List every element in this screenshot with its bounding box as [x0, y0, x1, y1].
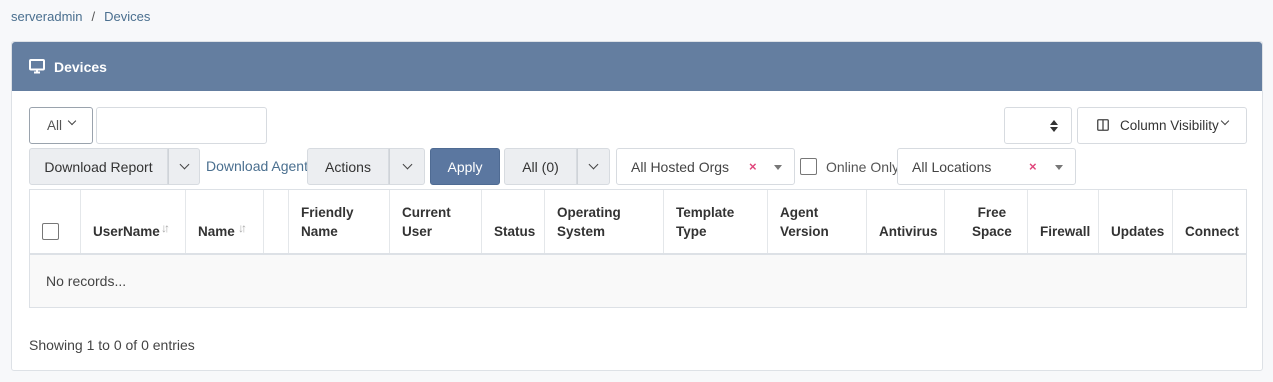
table-body: No records... [30, 255, 1246, 307]
col-operating-system-label: Operating System [557, 205, 621, 239]
chevron-down-icon [588, 159, 599, 170]
column-visibility-label: Column Visibility [1120, 118, 1219, 133]
online-only-checkbox[interactable] [800, 158, 817, 175]
locations-select[interactable]: All Locations × [897, 148, 1076, 185]
hosted-orgs-value: All Hosted Orgs [631, 158, 730, 175]
actions-button[interactable]: Actions [307, 148, 389, 185]
breadcrumb: serveradmin / Devices [11, 9, 150, 24]
col-agent-version-label: Agent Version [780, 205, 829, 239]
page-length-select[interactable] [1004, 107, 1072, 144]
col-connect-label: Connect [1185, 224, 1239, 239]
online-only-label: Online Only [826, 159, 900, 175]
table-header: UserName ↓↑ Name ↓↑ Friendly Name Curren… [30, 190, 1246, 255]
card-header: Devices [12, 42, 1262, 91]
devices-card: Devices All Column Visibility Download R… [11, 41, 1263, 371]
actions-dropdown[interactable] [389, 148, 425, 185]
apply-label: Apply [447, 158, 483, 175]
download-report-button[interactable]: Download Report [29, 148, 168, 185]
chevron-down-icon [402, 159, 412, 170]
col-antivirus[interactable]: Antivirus [867, 190, 945, 253]
actions-label: Actions [325, 158, 371, 175]
col-select-all [30, 190, 81, 253]
download-agent-link[interactable]: Download Agent [206, 158, 308, 174]
apply-button[interactable]: Apply [430, 148, 500, 185]
download-report-dropdown[interactable] [168, 148, 200, 185]
locations-value: All Locations [912, 158, 992, 175]
card-title: Devices [54, 58, 107, 75]
col-template-type[interactable]: Template Type [664, 190, 768, 253]
col-operating-system[interactable]: Operating System [545, 190, 664, 253]
col-current-user-label: Current User [402, 205, 451, 239]
search-input[interactable] [96, 107, 267, 144]
columns-icon [1097, 119, 1109, 131]
clear-icon[interactable]: × [749, 159, 757, 174]
chevron-down-icon [67, 116, 77, 126]
status-filter-label: All (0) [522, 158, 559, 175]
col-name[interactable]: Name ↓↑ [186, 190, 264, 253]
download-report-label: Download Report [44, 158, 153, 175]
empty-message: No records... [46, 273, 127, 289]
actions-split: Actions [307, 148, 425, 185]
col-status[interactable]: Status [482, 190, 545, 253]
col-blank [264, 190, 289, 253]
status-filter-button[interactable]: All (0) [504, 148, 577, 185]
clear-icon[interactable]: × [1029, 159, 1037, 174]
chevron-down-icon [179, 159, 189, 170]
col-updates-label: Updates [1111, 224, 1165, 239]
download-report-split: Download Report [29, 148, 200, 185]
select-all-checkbox[interactable] [42, 223, 59, 240]
col-template-type-label: Template Type [676, 205, 735, 239]
table-info: Showing 1 to 0 of 0 entries [29, 337, 195, 353]
col-username-label: UserName [93, 224, 160, 239]
col-status-label: Status [494, 224, 536, 239]
col-agent-version[interactable]: Agent Version [768, 190, 867, 253]
col-firewall-label: Firewall [1040, 224, 1091, 239]
status-filter-dropdown[interactable] [577, 148, 610, 185]
filter-select[interactable]: All [29, 107, 93, 144]
col-friendly-name-label: Friendly Name [301, 205, 354, 239]
col-antivirus-label: Antivirus [879, 224, 938, 239]
column-visibility-button[interactable]: Column Visibility [1077, 107, 1247, 144]
sort-icon: ↓↑ [161, 221, 170, 235]
col-name-label: Name [198, 224, 235, 239]
sort-updown-icon [1050, 120, 1058, 132]
monitor-icon [29, 59, 45, 74]
col-free-space[interactable]: Free Space [945, 190, 1028, 253]
devices-table: UserName ↓↑ Name ↓↑ Friendly Name Curren… [29, 189, 1247, 308]
col-connect[interactable]: Connect [1173, 190, 1246, 253]
sort-icon: ↓↑ [238, 221, 247, 235]
col-free-space-label: Free Space [972, 205, 1012, 239]
hosted-orgs-select[interactable]: All Hosted Orgs × [616, 148, 795, 185]
col-updates[interactable]: Updates [1099, 190, 1173, 253]
chevron-down-icon [1220, 116, 1230, 126]
col-firewall[interactable]: Firewall [1028, 190, 1099, 253]
filter-select-value: All [47, 118, 63, 133]
caret-down-icon [1055, 165, 1063, 170]
breadcrumb-root[interactable]: serveradmin [11, 9, 83, 24]
status-filter-split: All (0) [504, 148, 610, 185]
breadcrumb-separator: / [91, 9, 96, 24]
breadcrumb-current[interactable]: Devices [104, 9, 150, 24]
col-current-user[interactable]: Current User [390, 190, 482, 253]
caret-down-icon [774, 165, 782, 170]
col-friendly-name[interactable]: Friendly Name [289, 190, 390, 253]
col-username[interactable]: UserName ↓↑ [81, 190, 186, 253]
